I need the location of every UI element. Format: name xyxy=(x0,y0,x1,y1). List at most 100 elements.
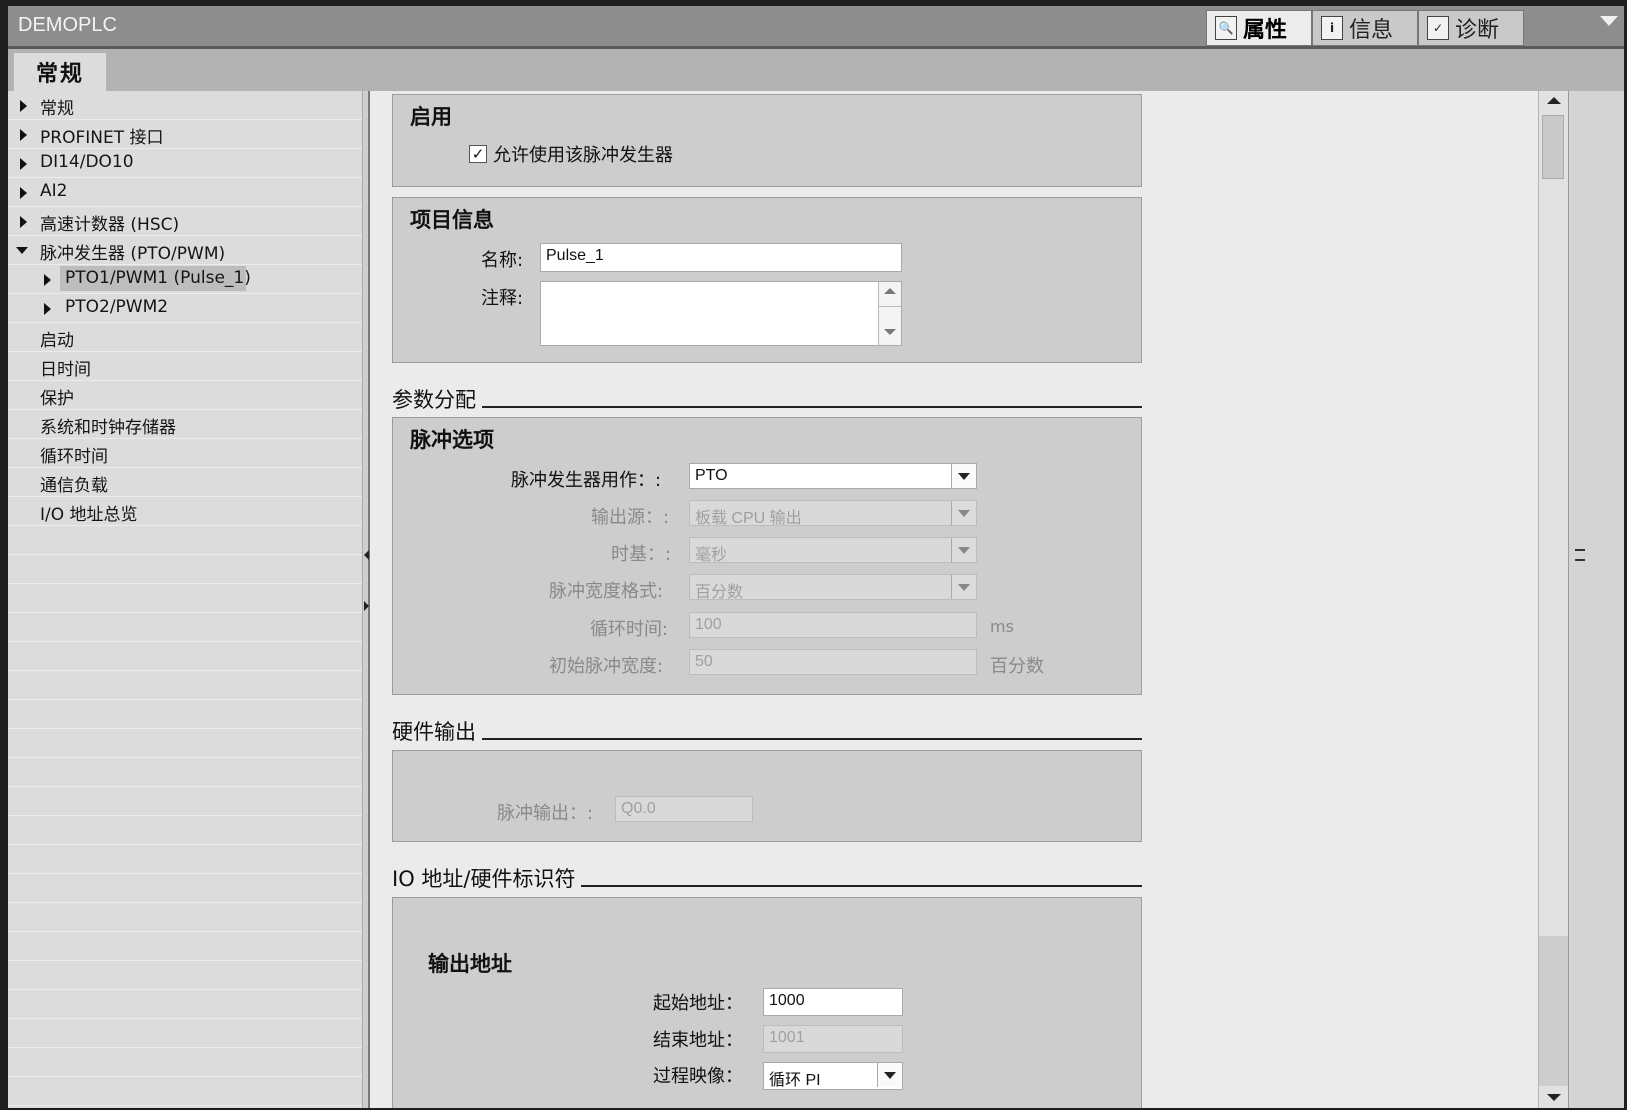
pane-splitter[interactable] xyxy=(362,91,370,1108)
chevron-down-icon[interactable] xyxy=(877,1063,902,1087)
empty-row xyxy=(8,961,362,990)
scroll-up-icon[interactable] xyxy=(884,288,896,294)
tab-info-label: 信息 xyxy=(1349,18,1394,43)
process-image-label: 过程映像： xyxy=(653,1066,743,1087)
expand-arrow-icon[interactable] xyxy=(20,158,27,170)
diagnostics-icon: ✓ xyxy=(1427,16,1449,40)
empty-row xyxy=(8,990,362,1019)
initial-pulse-width-field[interactable]: 50 xyxy=(689,649,977,675)
sidebar-item-pulse-generator[interactable]: 脉冲发生器 (PTO/PWM) xyxy=(8,236,362,265)
chevron-down-icon[interactable] xyxy=(951,464,976,488)
empty-row xyxy=(8,700,362,729)
time-base-value: 毫秒 xyxy=(695,547,728,564)
chevron-down-icon[interactable] xyxy=(951,538,976,562)
sidebar-item-label: PTO1/PWM1 (Pulse_1) xyxy=(65,268,251,288)
tab-properties[interactable]: 🔍 属性 xyxy=(1206,10,1312,46)
content-scrollbar[interactable] xyxy=(1538,91,1568,1108)
end-address-field[interactable]: 1001 xyxy=(763,1025,903,1053)
output-source-dropdown[interactable]: 板载 CPU 输出 xyxy=(689,500,977,527)
tab-diagnostics-label: 诊断 xyxy=(1455,18,1500,43)
sidebar-item-protection[interactable]: 保护 xyxy=(8,381,362,410)
sidebar-item-system-clock-memory[interactable]: 系统和时钟存储器 xyxy=(8,410,362,439)
sidebar-item-io-address-overview[interactable]: I/O 地址总览 xyxy=(8,497,362,526)
io-address-panel: 输出地址 起始地址： 1000 结束地址： 1001 过程映像： 循环 PI xyxy=(392,897,1142,1108)
sidebar-item-label: 高速计数器 (HSC) xyxy=(40,215,180,235)
chevron-down-icon[interactable] xyxy=(951,575,976,599)
collapse-arrow-icon[interactable] xyxy=(16,247,28,254)
scroll-down-icon[interactable] xyxy=(1547,1094,1561,1101)
parameter-assignment-title: 参数分配 xyxy=(392,384,482,414)
comment-field[interactable] xyxy=(540,281,902,346)
cycle-time-field[interactable]: 100 xyxy=(689,612,977,638)
io-address-title: IO 地址/硬件标识符 xyxy=(392,863,582,893)
scroll-down-icon[interactable] xyxy=(884,329,896,335)
panel-grip-icon[interactable] xyxy=(1575,549,1585,561)
sidebar-item-label: I/O 地址总览 xyxy=(40,505,138,525)
generator-use-dropdown[interactable]: PTO xyxy=(689,463,977,489)
enable-checkbox[interactable]: ✓ xyxy=(469,145,487,163)
empty-row xyxy=(8,1077,362,1106)
sidebar-navigation: 常规 PROFINET 接口 DI14/DO10 AI2 高速计数器 (HSC)… xyxy=(8,91,362,1108)
pulse-width-format-dropdown[interactable]: 百分数 xyxy=(689,574,977,601)
output-source-value: 板载 CPU 输出 xyxy=(695,510,802,527)
name-label: 名称: xyxy=(481,250,524,271)
initial-pulse-width-label: 初始脉冲宽度: xyxy=(549,656,664,677)
name-field[interactable]: Pulse_1 xyxy=(540,243,902,272)
expand-arrow-icon[interactable] xyxy=(20,100,27,112)
end-address-label: 结束地址： xyxy=(653,1030,743,1051)
sidebar-item-time-of-day[interactable]: 日时间 xyxy=(8,352,362,381)
sidebar-item-pto1-pwm1[interactable]: PTO1/PWM1 (Pulse_1) xyxy=(8,265,362,294)
pulse-output-field[interactable]: Q0.0 xyxy=(615,796,753,822)
scroll-up-icon[interactable] xyxy=(1547,97,1561,104)
sidebar-item-label: PTO2/PWM2 xyxy=(65,297,169,317)
expand-arrow-icon[interactable] xyxy=(44,274,51,286)
tab-properties-label: 属性 xyxy=(1243,18,1288,43)
empty-row xyxy=(8,1048,362,1077)
collapse-left-arrow-icon[interactable] xyxy=(364,550,369,560)
cycle-time-unit: ms xyxy=(990,617,1014,636)
info-icon: i xyxy=(1321,16,1343,40)
sidebar-item-pto2-pwm2[interactable]: PTO2/PWM2 xyxy=(8,294,362,323)
empty-row xyxy=(8,874,362,903)
output-address-title: 输出地址 xyxy=(428,952,512,976)
sidebar-item-startup[interactable]: 启动 xyxy=(8,323,362,352)
expand-arrow-icon[interactable] xyxy=(20,216,27,228)
sidebar-item-di14-do10[interactable]: DI14/DO10 xyxy=(8,149,362,178)
project-info-title: 项目信息 xyxy=(410,208,494,232)
project-info-panel: 项目信息 名称: Pulse_1 注释: xyxy=(392,197,1142,363)
enable-checkbox-label: 允许使用该脉冲发生器 xyxy=(493,145,673,166)
time-base-dropdown[interactable]: 毫秒 xyxy=(689,537,977,564)
chevron-down-icon[interactable] xyxy=(951,501,976,525)
window-title: DEMOPLC xyxy=(18,14,117,36)
tab-general[interactable]: 常规 xyxy=(14,53,106,91)
tab-info[interactable]: i 信息 xyxy=(1312,10,1418,46)
comment-scrollbar[interactable] xyxy=(878,282,901,345)
properties-content: 启用 ✓ 允许使用该脉冲发生器 项目信息 名称: Pulse_1 注释: 参数分… xyxy=(370,91,1538,1108)
empty-row xyxy=(8,729,362,758)
right-side-panel xyxy=(1568,91,1624,1108)
sidebar-item-cycle-time[interactable]: 循环时间 xyxy=(8,439,362,468)
properties-icon: 🔍 xyxy=(1215,16,1237,40)
empty-row xyxy=(8,903,362,932)
sidebar-item-label: DI14/DO10 xyxy=(40,152,134,172)
tab-diagnostics[interactable]: ✓ 诊断 xyxy=(1418,10,1524,46)
process-image-dropdown[interactable]: 循环 PI xyxy=(763,1062,903,1090)
enable-title: 启用 xyxy=(410,105,452,129)
sidebar-item-general[interactable]: 常规 xyxy=(8,91,362,120)
pulse-options-title: 脉冲选项 xyxy=(410,428,494,452)
expand-right-arrow-icon[interactable] xyxy=(364,601,369,611)
scroll-thumb[interactable] xyxy=(1542,115,1564,179)
header-rule xyxy=(392,738,1142,740)
title-bar: DEMOPLC 🔍 属性 i 信息 ✓ 诊断 xyxy=(8,6,1624,49)
sidebar-item-label: 常规 xyxy=(40,99,74,119)
output-source-label: 输出源：: xyxy=(591,507,670,528)
expand-arrow-icon[interactable] xyxy=(44,303,51,315)
sidebar-item-profinet[interactable]: PROFINET 接口 xyxy=(8,120,362,149)
sidebar-item-hsc[interactable]: 高速计数器 (HSC) xyxy=(8,207,362,236)
expand-arrow-icon[interactable] xyxy=(20,187,27,199)
expand-arrow-icon[interactable] xyxy=(20,129,27,141)
sidebar-item-ai2[interactable]: AI2 xyxy=(8,178,362,207)
sidebar-item-communication-load[interactable]: 通信负载 xyxy=(8,468,362,497)
panel-menu-chevron-icon[interactable] xyxy=(1600,16,1618,26)
start-address-field[interactable]: 1000 xyxy=(763,988,903,1016)
